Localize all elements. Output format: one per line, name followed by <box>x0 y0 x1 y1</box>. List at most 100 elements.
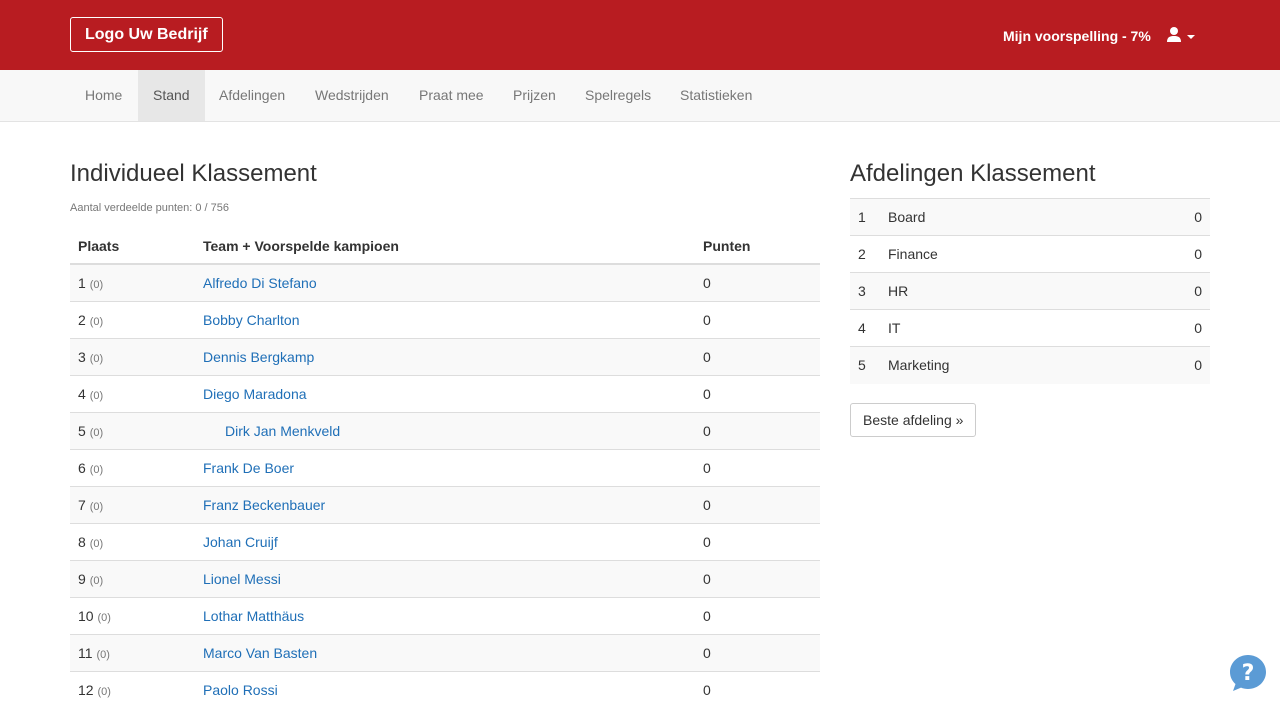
points-cell: 0 <box>703 571 711 587</box>
header-team: Team + Voorspelde kampioen <box>203 238 399 254</box>
rank-value: 1 <box>78 275 86 291</box>
company-logo-button[interactable]: Logo Uw Bedrijf <box>70 17 223 52</box>
my-prediction-link[interactable]: Mijn voorspelling - 7% <box>1003 27 1151 45</box>
table-body: 1 (0) Alfredo Di Stefano 0 2 (0) Bobby Charl… <box>70 265 820 703</box>
participant-link[interactable]: Johan Cruijf <box>203 534 278 550</box>
header-rank: Plaats <box>78 238 120 254</box>
rank-value: 5 <box>78 423 86 439</box>
participant-link[interactable]: Bobby Charlton <box>203 312 300 328</box>
nav-stand[interactable]: Stand <box>138 70 205 121</box>
rank-cell: 3 (0) <box>78 349 103 365</box>
department-row: 4 IT 0 <box>850 310 1210 347</box>
points-cell: 0 <box>703 682 711 698</box>
table-row: 10 (0) Lothar Matthäus 0 <box>70 598 820 635</box>
nav-statistieken[interactable]: Statistieken <box>665 70 767 121</box>
department-row: 2 Finance 0 <box>850 236 1210 273</box>
individual-ranking-table: Plaats Team + Voorspelde kampioen Punten… <box>70 227 820 703</box>
department-row: 1 Board 0 <box>850 199 1210 236</box>
rank-value: 11 <box>78 645 93 661</box>
table-row: 1 (0) Alfredo Di Stefano 0 <box>70 265 820 302</box>
participant-link[interactable]: Paolo Rossi <box>203 682 278 698</box>
department-rank: 5 <box>858 357 866 373</box>
individual-ranking-title: Individueel Klassement <box>70 160 317 187</box>
previous-rank: (0) <box>96 649 110 661</box>
previous-rank: (0) <box>97 612 111 624</box>
department-ranking-table: 1 Board 0 2 Finance 0 3 HR 0 4 IT 0 5 Marketing 0 <box>850 198 1210 384</box>
rank-value: 6 <box>78 460 86 476</box>
table-row: 6 (0) Frank De Boer 0 <box>70 450 820 487</box>
nav-praat-mee[interactable]: Praat mee <box>404 70 499 121</box>
participant-link[interactable]: Diego Maradona <box>203 386 307 402</box>
department-rank: 3 <box>858 283 866 299</box>
department-rank: 2 <box>858 246 866 262</box>
participant-link[interactable]: Dennis Bergkamp <box>203 349 314 365</box>
department-points: 0 <box>1194 209 1202 225</box>
participant-link[interactable]: Frank De Boer <box>203 460 294 476</box>
table-row: 7 (0) Franz Beckenbauer 0 <box>70 487 820 524</box>
table-row: 12 (0) Paolo Rossi 0 <box>70 672 820 703</box>
table-row: 3 (0) Dennis Bergkamp 0 <box>70 339 820 376</box>
rank-value: 7 <box>78 497 86 513</box>
rank-value: 10 <box>78 608 94 624</box>
participant-link[interactable]: Franz Beckenbauer <box>203 497 325 513</box>
rank-cell: 6 (0) <box>78 460 103 476</box>
nav-afdelingen[interactable]: Afdelingen <box>204 70 300 121</box>
rank-cell: 8 (0) <box>78 534 103 550</box>
department-name: Board <box>888 209 926 225</box>
rank-cell: 5 (0) <box>78 423 103 439</box>
department-name: HR <box>888 283 909 299</box>
participant-link[interactable]: Lothar Matthäus <box>203 608 304 624</box>
points-cell: 0 <box>703 497 711 513</box>
department-points: 0 <box>1194 320 1202 336</box>
rank-cell: 9 (0) <box>78 571 103 587</box>
participant-link[interactable]: Marco Van Basten <box>203 645 317 661</box>
table-row: 11 (0) Marco Van Basten 0 <box>70 635 820 672</box>
rank-cell: 12 (0) <box>78 682 111 698</box>
best-department-button[interactable]: Beste afdeling » <box>850 403 977 437</box>
rank-value: 8 <box>78 534 86 550</box>
participant-link[interactable]: Alfredo Di Stefano <box>203 275 317 291</box>
rank-cell: 11 (0) <box>78 645 110 661</box>
previous-rank: (0) <box>89 575 104 587</box>
rank-cell: 10 (0) <box>78 608 111 624</box>
previous-rank: (0) <box>89 353 104 365</box>
department-name: Finance <box>888 246 938 262</box>
nav-spelregels[interactable]: Spelregels <box>570 70 666 121</box>
department-points: 0 <box>1194 283 1202 299</box>
points-cell: 0 <box>703 275 711 291</box>
nav-wedstrijden[interactable]: Wedstrijden <box>300 70 404 121</box>
department-rank: 1 <box>858 209 866 225</box>
previous-rank: (0) <box>97 686 111 698</box>
previous-rank: (0) <box>89 501 104 513</box>
participant-link[interactable]: Dirk Jan Menkveld <box>225 423 340 439</box>
department-points: 0 <box>1194 357 1202 373</box>
caret-down-icon <box>1187 35 1195 39</box>
rank-value: 9 <box>78 571 86 587</box>
help-button[interactable]: ? <box>1229 654 1267 692</box>
distributed-points-info: Aantal verdeelde punten: 0 / 756 <box>70 202 230 214</box>
rank-value: 4 <box>78 386 86 402</box>
user-icon <box>1167 27 1181 42</box>
department-points: 0 <box>1194 246 1202 262</box>
svg-text:?: ? <box>1242 661 1255 686</box>
nav-prijzen[interactable]: Prijzen <box>498 70 571 121</box>
points-cell: 0 <box>703 534 711 550</box>
previous-rank: (0) <box>89 538 104 550</box>
participant-link[interactable]: Lionel Messi <box>203 571 281 587</box>
points-cell: 0 <box>703 386 711 402</box>
points-cell: 0 <box>703 645 711 661</box>
points-cell: 0 <box>703 423 711 439</box>
top-header: Logo Uw Bedrijf Mijn voorspelling - 7% <box>0 0 1280 70</box>
table-row: 4 (0) Diego Maradona 0 <box>70 376 820 413</box>
user-menu-toggle[interactable] <box>1166 26 1198 46</box>
table-row: 5 (0) Dirk Jan Menkveld 0 <box>70 413 820 450</box>
header-points: Punten <box>703 238 751 254</box>
department-name: IT <box>888 320 901 336</box>
department-row: 3 HR 0 <box>850 273 1210 310</box>
points-cell: 0 <box>703 312 711 328</box>
rank-cell: 1 (0) <box>78 275 103 291</box>
department-rank: 4 <box>858 320 866 336</box>
previous-rank: (0) <box>89 464 104 476</box>
nav-home[interactable]: Home <box>70 70 137 121</box>
table-row: 2 (0) Bobby Charlton 0 <box>70 302 820 339</box>
